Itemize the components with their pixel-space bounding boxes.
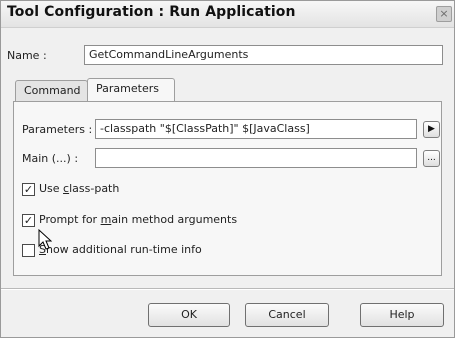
button-separator (1, 288, 454, 290)
ellipsis-icon: ... (427, 153, 436, 163)
parameters-input[interactable]: -classpath "$[ClassPath]" $[JavaClass] (95, 119, 417, 139)
cancel-button[interactable]: Cancel (245, 303, 329, 327)
arrow-right-icon: ▶ (428, 124, 435, 134)
prompt-main-args-checkbox[interactable]: ✓ (22, 214, 35, 227)
mouse-pointer-icon (38, 229, 52, 250)
use-classpath-checkbox[interactable]: ✓ (22, 183, 35, 196)
checkmark-icon: ✓ (23, 214, 34, 227)
close-icon[interactable]: × (436, 6, 452, 22)
name-input[interactable]: GetCommandLineArguments (84, 45, 443, 65)
show-runtime-info-checkbox[interactable] (22, 244, 35, 257)
title-bar[interactable]: Tool Configuration : Run Application × (1, 1, 454, 28)
ok-button[interactable]: OK (148, 303, 230, 327)
name-label: Name : (7, 49, 47, 62)
tab-parameters[interactable]: Parameters (87, 78, 175, 101)
browse-main-button[interactable]: ... (423, 150, 440, 167)
use-classpath-label: Use class-path (39, 182, 120, 195)
window-title: Tool Configuration : Run Application (7, 4, 296, 20)
checkmark-icon: ✓ (23, 183, 34, 196)
tool-configuration-dialog: Tool Configuration : Run Application × N… (0, 0, 455, 338)
tab-command[interactable]: Command (15, 80, 88, 101)
insert-macro-button[interactable]: ▶ (423, 121, 440, 138)
show-runtime-info-label: Show additional run-time info (39, 243, 202, 256)
main-label: Main (...) : (22, 152, 79, 165)
main-input[interactable] (95, 148, 417, 168)
parameters-label: Parameters : (22, 123, 93, 136)
prompt-main-args-label: Prompt for main method arguments (39, 213, 238, 226)
help-button[interactable]: Help (360, 303, 444, 327)
